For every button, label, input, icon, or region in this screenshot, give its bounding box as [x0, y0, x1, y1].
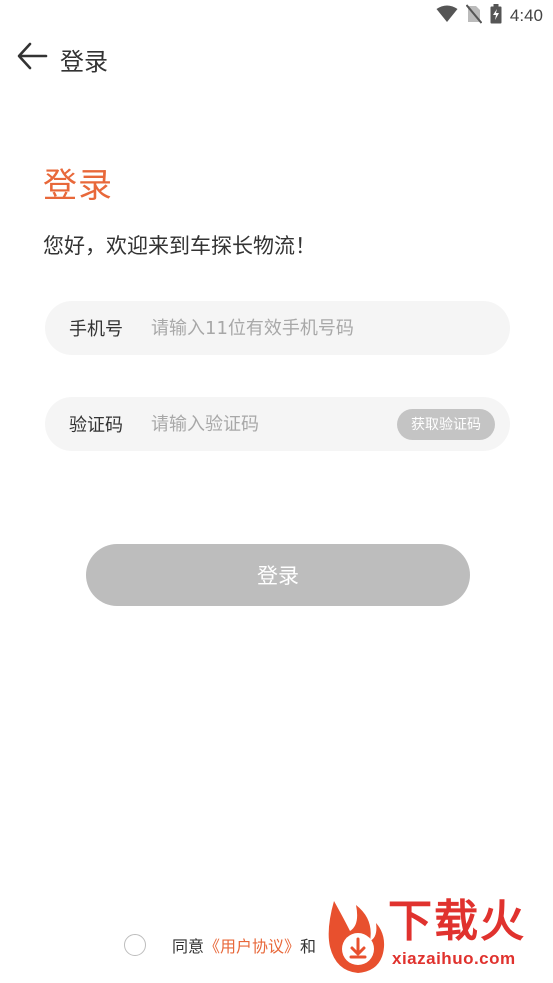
agree-radio[interactable] — [124, 934, 146, 956]
get-code-button[interactable]: 获取验证码 — [397, 408, 495, 440]
status-time: 4:40 — [509, 6, 543, 25]
agreement-suffix: 和 — [300, 937, 317, 956]
phone-field: 手机号 — [45, 301, 510, 355]
battery-charging-icon — [490, 4, 502, 28]
login-heading: 登录 — [43, 166, 113, 206]
code-field: 验证码 获取验证码 — [45, 397, 510, 451]
code-label: 验证码 — [69, 415, 123, 436]
watermark-brand: 下载火 — [388, 896, 526, 947]
arrow-left-icon — [16, 42, 48, 74]
back-button[interactable] — [14, 40, 50, 76]
status-bar: 4:40 — [0, 0, 553, 30]
agreement-prefix: 同意 — [172, 937, 205, 956]
app-bar-title: 登录 — [60, 48, 108, 76]
flame-logo-icon — [322, 899, 388, 975]
agreement-row: 同意 《用户协议》 和 — [124, 932, 316, 958]
user-agreement-link[interactable]: 《用户协议》 — [204, 933, 300, 957]
status-icons: 4:40 — [436, 4, 543, 28]
login-screen: 4:40 登录 登录 您好，欢迎来到车探长物流！ 手机号 验证码 获取验证码 登… — [0, 0, 553, 983]
login-button[interactable]: 登录 — [86, 544, 470, 606]
welcome-text: 您好，欢迎来到车探长物流！ — [43, 234, 316, 258]
wifi-icon — [436, 5, 458, 27]
no-sim-icon — [465, 4, 483, 28]
code-input[interactable] — [151, 413, 397, 435]
watermark-url: xiazaihuo.com — [392, 949, 516, 968]
phone-label: 手机号 — [69, 319, 123, 340]
phone-input[interactable] — [151, 317, 510, 339]
app-bar: 登录 — [0, 30, 553, 86]
watermark: 下载火 xiazaihuo.com — [322, 895, 547, 977]
